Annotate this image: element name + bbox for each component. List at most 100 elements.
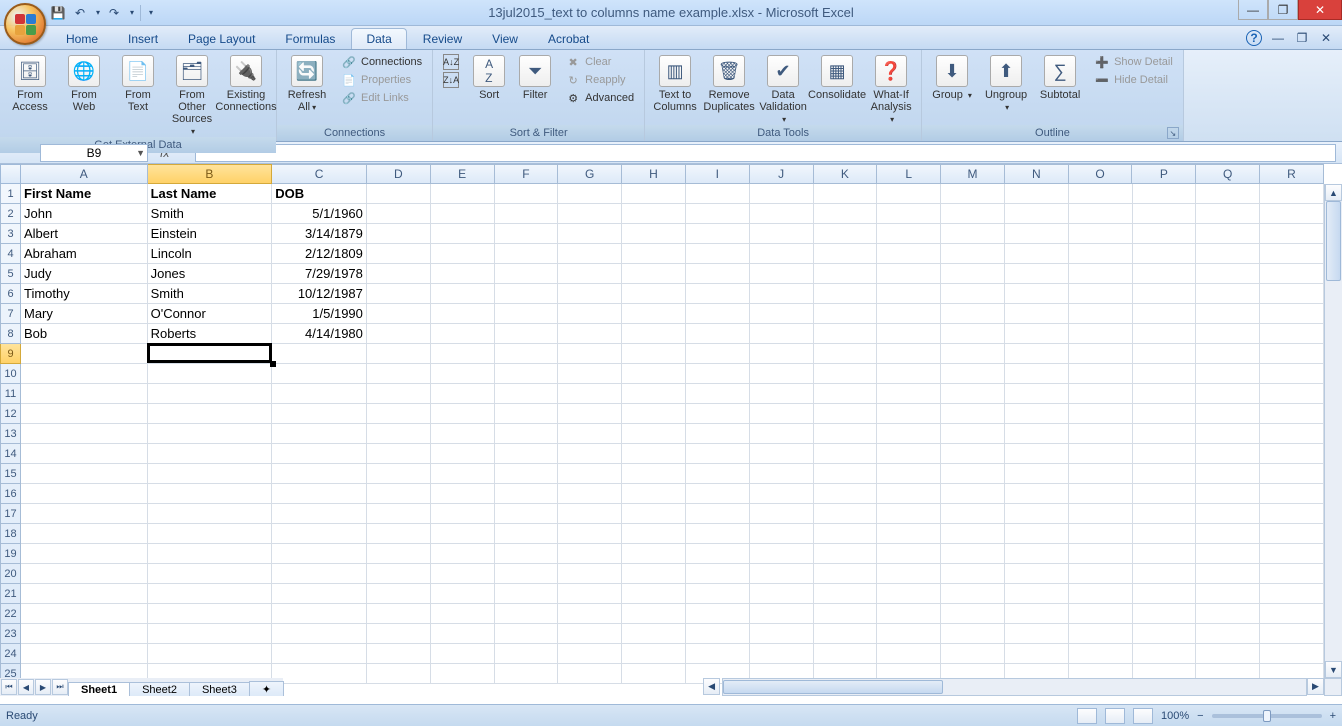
cell-O19[interactable] (1069, 544, 1133, 564)
cell-O23[interactable] (1069, 624, 1133, 644)
cell-M4[interactable] (941, 244, 1005, 264)
cell-I20[interactable] (686, 564, 750, 584)
cell-F16[interactable] (495, 484, 559, 504)
cell-H24[interactable] (622, 644, 686, 664)
advanced-button[interactable]: ⚙Advanced (561, 89, 638, 107)
row-header-6[interactable]: 6 (0, 284, 21, 304)
cell-D4[interactable] (367, 244, 431, 264)
remove-duplicates-button[interactable]: 🗑RemoveDuplicates (705, 53, 753, 113)
cell-Q1[interactable] (1196, 184, 1260, 204)
cell-F9[interactable] (495, 344, 559, 364)
cell-M10[interactable] (941, 364, 1005, 384)
cell-D21[interactable] (367, 584, 431, 604)
cell-R9[interactable] (1260, 344, 1324, 364)
cell-B10[interactable] (148, 364, 273, 384)
column-header-F[interactable]: F (495, 164, 559, 184)
cell-H11[interactable] (622, 384, 686, 404)
cell-I13[interactable] (686, 424, 750, 444)
cell-C9[interactable] (272, 344, 367, 364)
cell-C3[interactable]: 3/14/1879 (272, 224, 367, 244)
cell-F23[interactable] (495, 624, 559, 644)
cell-J15[interactable] (750, 464, 814, 484)
cell-I2[interactable] (686, 204, 750, 224)
cell-L12[interactable] (877, 404, 941, 424)
cell-P15[interactable] (1133, 464, 1197, 484)
cell-C12[interactable] (272, 404, 367, 424)
cell-O1[interactable] (1069, 184, 1133, 204)
cell-N20[interactable] (1005, 564, 1069, 584)
cell-D6[interactable] (367, 284, 431, 304)
cell-J19[interactable] (750, 544, 814, 564)
cell-P10[interactable] (1133, 364, 1197, 384)
cell-P24[interactable] (1133, 644, 1197, 664)
zoom-slider-knob[interactable] (1263, 710, 1271, 722)
cell-P14[interactable] (1133, 444, 1197, 464)
cell-Q6[interactable] (1196, 284, 1260, 304)
cell-J12[interactable] (750, 404, 814, 424)
tab-nav-next-icon[interactable]: ▶ (35, 679, 51, 695)
cell-C20[interactable] (272, 564, 367, 584)
filter-button[interactable]: ⏷ Filter (515, 53, 555, 101)
cell-H22[interactable] (622, 604, 686, 624)
column-header-R[interactable]: R (1260, 164, 1324, 184)
cell-I14[interactable] (686, 444, 750, 464)
qat-customize-icon[interactable]: ▾ (149, 8, 153, 17)
cell-K20[interactable] (814, 564, 878, 584)
row-header-17[interactable]: 17 (0, 504, 21, 524)
select-all-corner[interactable] (0, 164, 21, 184)
cell-P12[interactable] (1133, 404, 1197, 424)
cell-C14[interactable] (272, 444, 367, 464)
cell-N5[interactable] (1005, 264, 1069, 284)
cell-D13[interactable] (367, 424, 431, 444)
cell-A12[interactable] (21, 404, 148, 424)
cell-K18[interactable] (814, 524, 878, 544)
cell-C2[interactable]: 5/1/1960 (272, 204, 367, 224)
cell-R19[interactable] (1260, 544, 1324, 564)
column-header-D[interactable]: D (367, 164, 431, 184)
cell-E1[interactable] (431, 184, 495, 204)
cell-O21[interactable] (1069, 584, 1133, 604)
cell-O2[interactable] (1069, 204, 1133, 224)
tab-view[interactable]: View (478, 29, 532, 49)
cell-Q8[interactable] (1196, 324, 1260, 344)
cell-L14[interactable] (877, 444, 941, 464)
cell-M23[interactable] (941, 624, 1005, 644)
scroll-right-icon[interactable]: ▶ (1307, 678, 1324, 695)
cell-J24[interactable] (750, 644, 814, 664)
save-icon[interactable]: 💾 (50, 5, 66, 21)
cell-K9[interactable] (814, 344, 878, 364)
cell-H1[interactable] (622, 184, 686, 204)
row-header-1[interactable]: 1 (0, 184, 21, 204)
cell-R23[interactable] (1260, 624, 1324, 644)
cell-L11[interactable] (877, 384, 941, 404)
cell-N10[interactable] (1005, 364, 1069, 384)
cell-Q18[interactable] (1196, 524, 1260, 544)
cell-K8[interactable] (814, 324, 878, 344)
cell-L4[interactable] (877, 244, 941, 264)
cell-G20[interactable] (558, 564, 622, 584)
sort-button[interactable]: AZ Sort (469, 53, 509, 101)
redo-icon[interactable]: ↷ (106, 5, 122, 21)
cell-O9[interactable] (1069, 344, 1133, 364)
cell-D22[interactable] (367, 604, 431, 624)
cell-R24[interactable] (1260, 644, 1324, 664)
column-header-Q[interactable]: Q (1196, 164, 1260, 184)
cell-H15[interactable] (622, 464, 686, 484)
cell-N2[interactable] (1005, 204, 1069, 224)
cell-A24[interactable] (21, 644, 148, 664)
cell-R22[interactable] (1260, 604, 1324, 624)
column-header-J[interactable]: J (750, 164, 814, 184)
cell-M13[interactable] (941, 424, 1005, 444)
cell-K2[interactable] (814, 204, 878, 224)
cell-G7[interactable] (558, 304, 622, 324)
cell-M21[interactable] (941, 584, 1005, 604)
cell-Q19[interactable] (1196, 544, 1260, 564)
cell-A4[interactable]: Abraham (21, 244, 148, 264)
tab-home[interactable]: Home (52, 29, 112, 49)
cell-J9[interactable] (750, 344, 814, 364)
cell-B20[interactable] (148, 564, 273, 584)
row-header-18[interactable]: 18 (0, 524, 21, 544)
cell-P8[interactable] (1133, 324, 1197, 344)
cell-D23[interactable] (367, 624, 431, 644)
sheet-tab-sheet3[interactable]: Sheet3 (189, 682, 250, 696)
